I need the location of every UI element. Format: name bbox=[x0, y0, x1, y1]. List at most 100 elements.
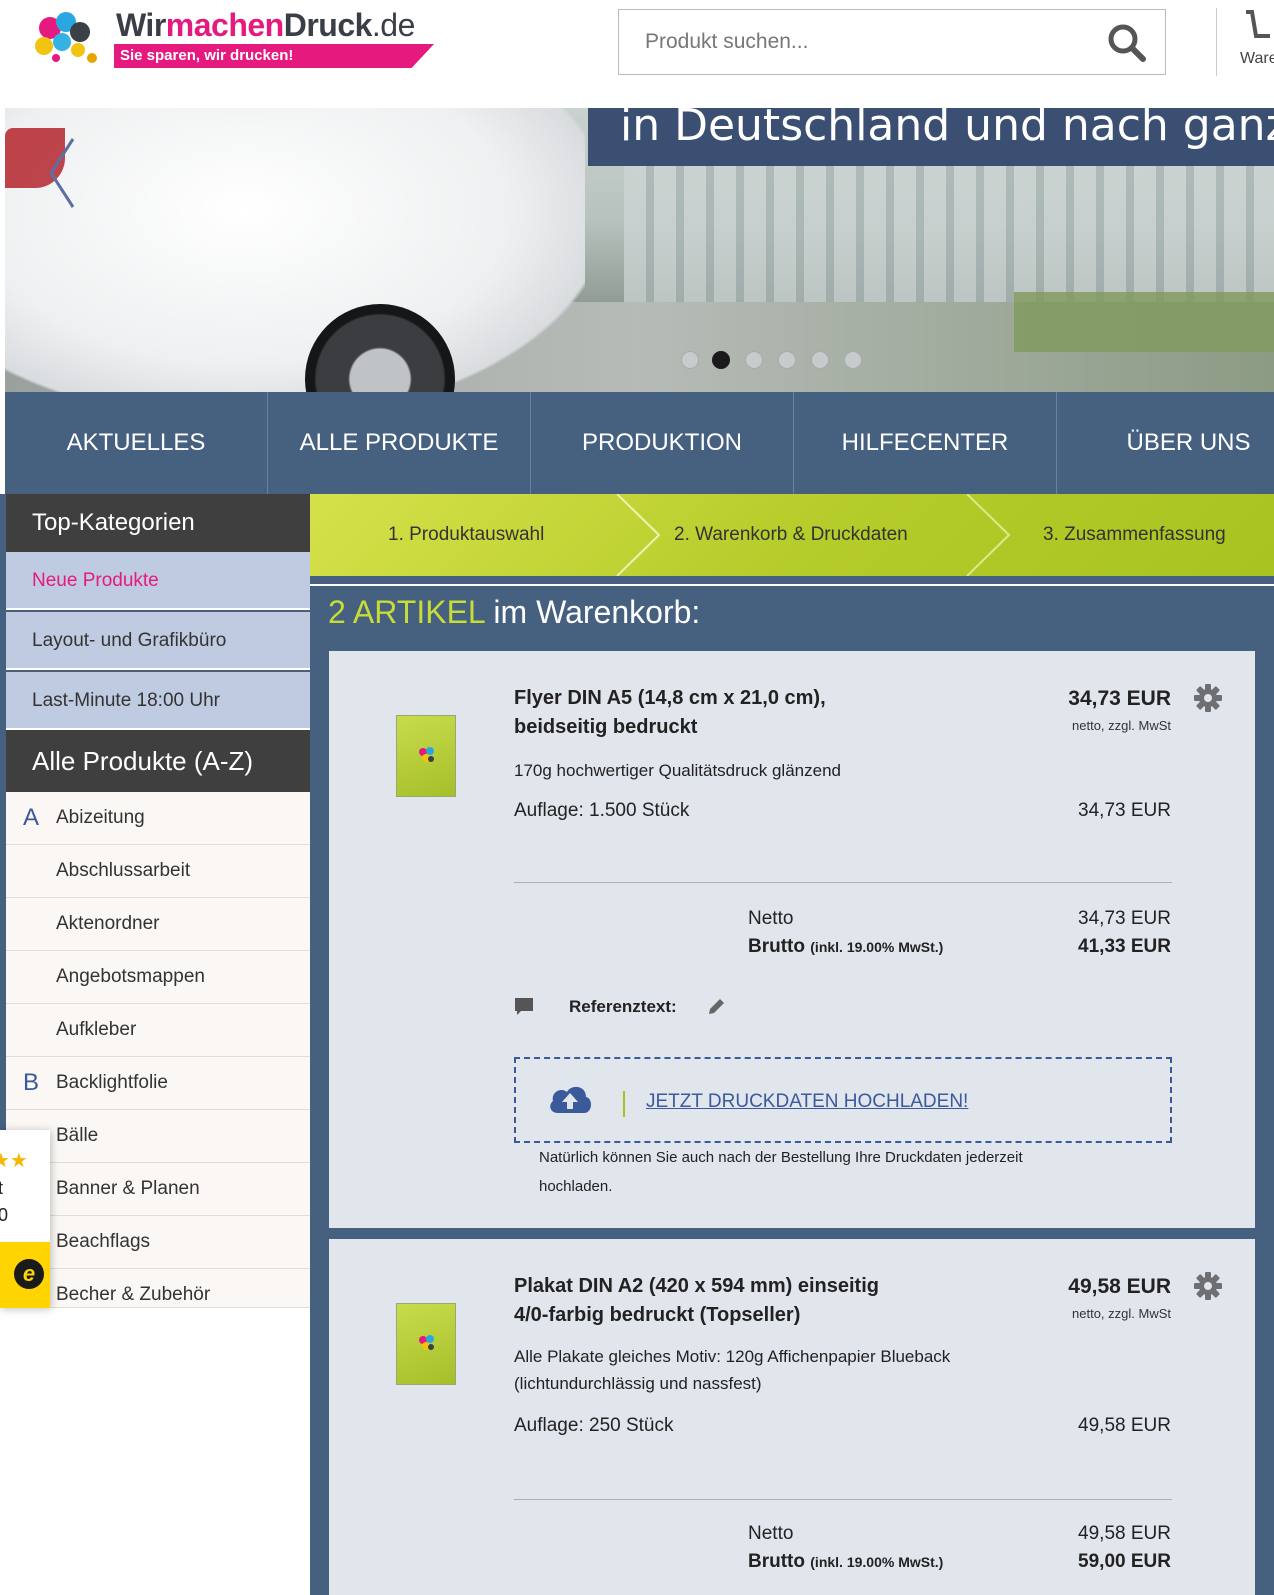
header-divider bbox=[1216, 8, 1217, 76]
logo-name-part1: Wir bbox=[116, 7, 166, 43]
nav-item-aktuelles[interactable]: AKTUELLES bbox=[5, 392, 268, 494]
product-thumbnail-icon bbox=[419, 747, 434, 762]
netto-value: 34,73 EUR bbox=[1078, 908, 1171, 929]
cart-heading-text: im Warenkorb: bbox=[484, 594, 701, 630]
product-thumbnail bbox=[396, 1303, 456, 1385]
sidebar-item-last-minute[interactable]: Last-Minute 18:00 Uhr bbox=[6, 672, 310, 730]
upload-note: Natürlich können Sie auch nach der Beste… bbox=[539, 1149, 1023, 1195]
step-produktauswahl[interactable]: 1. Produktauswahl bbox=[388, 494, 544, 576]
product-description: Alle Plakate gleiches Motiv: 120g Affich… bbox=[514, 1347, 951, 1393]
steps-divider bbox=[310, 584, 1274, 586]
slider-dot-3[interactable] bbox=[745, 351, 763, 369]
az-products-heading: Alle Produkte (A-Z) bbox=[6, 730, 310, 792]
rating-score: 00 bbox=[0, 1205, 9, 1225]
top-categories-heading: Top-Kategorien bbox=[6, 494, 310, 552]
hero-caption: in Deutschland und nach ganz Europa bbox=[588, 108, 1274, 166]
brutto-vat-note: (inkl. 19.00% MwSt.) bbox=[810, 939, 944, 955]
az-item[interactable]: Bälle bbox=[6, 1110, 310, 1163]
az-item-label: Beachflags bbox=[56, 1231, 151, 1252]
trusted-shops-badge[interactable]: ★★ ut 00 e bbox=[0, 1130, 50, 1308]
product-thumbnail bbox=[396, 715, 456, 797]
sidebar-item-neue-produkte[interactable]: Neue Produkte bbox=[6, 552, 310, 610]
rating-stars: ★★ bbox=[0, 1150, 28, 1172]
search-icon[interactable] bbox=[1107, 23, 1147, 63]
nav-item-ueber-uns[interactable]: ÜBER UNS bbox=[1057, 392, 1274, 494]
az-item[interactable]: Angebotsmappen bbox=[6, 951, 310, 1004]
brutto-value: 59,00 EUR bbox=[1078, 1551, 1171, 1572]
slider-dot-2[interactable] bbox=[712, 351, 730, 369]
product-price-note: netto, zzgl. MwSt bbox=[1072, 718, 1171, 733]
logo-wordmark: WirmachenDruck.de bbox=[116, 8, 415, 42]
netto-value: 49,58 EUR bbox=[1078, 1523, 1171, 1544]
slider-dot-4[interactable] bbox=[778, 351, 796, 369]
product-price: 49,58 EUR bbox=[1068, 1275, 1171, 1298]
site-logo[interactable]: WirmachenDruck.de Sie sparen, wir drucke… bbox=[30, 8, 434, 68]
az-item[interactable]: Aktenordner bbox=[6, 898, 310, 951]
step-chevron-icon bbox=[616, 494, 661, 576]
az-item[interactable]: Becher & Zubehör bbox=[6, 1269, 310, 1308]
brutto-vat-note: (inkl. 19.00% MwSt.) bbox=[810, 1554, 944, 1570]
trusted-shops-e-icon: e bbox=[14, 1259, 44, 1289]
az-item-label: Banner & Planen bbox=[56, 1178, 200, 1199]
reference-text-label: Referenztext: bbox=[569, 997, 677, 1016]
cart-main: 1. Produktauswahl 2. Warenkorb & Druckda… bbox=[310, 494, 1274, 1595]
site-header: WirmachenDruck.de Sie sparen, wir drucke… bbox=[0, 0, 1274, 108]
product-title[interactable]: Plakat DIN A2 (420 x 594 mm) einseitig 4… bbox=[514, 1272, 894, 1330]
brutto-line: Brutto (inkl. 19.00% MwSt.) bbox=[748, 936, 943, 958]
brutto-label: Brutto bbox=[748, 1551, 805, 1572]
az-item[interactable]: Banner & Planen bbox=[6, 1163, 310, 1216]
trusted-shops-logo: e bbox=[0, 1242, 50, 1308]
gear-icon[interactable] bbox=[1194, 684, 1222, 712]
step-warenkorb-druckdaten[interactable]: 2. Warenkorb & Druckdaten bbox=[674, 494, 908, 576]
az-item[interactable]: Beachflags bbox=[6, 1216, 310, 1269]
product-price: 34,73 EUR bbox=[1068, 687, 1171, 710]
quantity-label: Auflage: 250 Stück bbox=[514, 1415, 674, 1436]
az-item-label: Abizeitung bbox=[56, 807, 145, 828]
upload-print-data-link[interactable]: JETZT DRUCKDATEN HOCHLADEN! bbox=[646, 1091, 968, 1113]
az-item-label: Becher & Zubehör bbox=[56, 1284, 211, 1305]
cart-heading: 2 ARTIKEL im Warenkorb: bbox=[328, 594, 700, 631]
az-item-label: Angebotsmappen bbox=[56, 966, 205, 987]
logo-name-part2: machen bbox=[165, 7, 284, 43]
product-title[interactable]: Flyer DIN A5 (14,8 cm x 21,0 cm), beidse… bbox=[514, 684, 894, 742]
quantity-price: 49,58 EUR bbox=[1078, 1415, 1171, 1436]
nav-item-produktion[interactable]: PRODUKTION bbox=[531, 392, 794, 494]
cart-label: Warenkorb bbox=[1240, 50, 1274, 67]
az-item[interactable]: B Backlightfolie bbox=[6, 1057, 310, 1110]
pencil-icon[interactable] bbox=[706, 997, 726, 1017]
search-input[interactable] bbox=[619, 10, 1099, 74]
main-navigation: AKTUELLES ALLE PRODUKTE PRODUKTION HILFE… bbox=[5, 392, 1274, 494]
nav-item-hilfecenter[interactable]: HILFECENTER bbox=[794, 392, 1057, 494]
nav-item-alle-produkte[interactable]: ALLE PRODUKTE bbox=[268, 392, 531, 494]
gear-icon[interactable] bbox=[1194, 1272, 1222, 1300]
az-letter: B bbox=[23, 1069, 40, 1096]
slider-dot-6[interactable] bbox=[844, 351, 862, 369]
item-divider bbox=[514, 1499, 1172, 1500]
brutto-value: 41,33 EUR bbox=[1078, 936, 1171, 957]
az-item[interactable]: A Abizeitung bbox=[6, 792, 310, 845]
sidebar-item-layout-grafikbuero[interactable]: Layout- und Grafikbüro bbox=[6, 612, 310, 670]
quantity-label: Auflage: 1.500 Stück bbox=[514, 800, 690, 821]
rating-text: ut bbox=[0, 1178, 4, 1198]
step-zusammenfassung[interactable]: 3. Zusammenfassung bbox=[1043, 494, 1226, 576]
logo-name-part3: Druck bbox=[283, 7, 373, 43]
logo-balls-icon bbox=[35, 12, 97, 63]
hero-slider: in Deutschland und nach ganz Europa bbox=[5, 108, 1274, 392]
hero-background-grass bbox=[1014, 292, 1274, 352]
az-item[interactable]: Abschlussarbeit bbox=[6, 845, 310, 898]
product-description: 170g hochwertiger Qualitätsdruck glänzen… bbox=[514, 761, 841, 780]
cloud-upload-icon bbox=[550, 1086, 592, 1113]
logo-tld: .de bbox=[371, 7, 415, 43]
comment-icon bbox=[515, 998, 533, 1015]
slider-dot-5[interactable] bbox=[811, 351, 829, 369]
az-item-label: Bälle bbox=[56, 1125, 99, 1146]
slider-prev-chevron-icon[interactable] bbox=[43, 133, 83, 213]
checkout-steps: 1. Produktauswahl 2. Warenkorb & Druckda… bbox=[310, 494, 1274, 576]
brutto-label: Brutto bbox=[748, 936, 805, 957]
sidebar-blank-area bbox=[0, 1308, 316, 1595]
slider-dot-1[interactable] bbox=[681, 351, 699, 369]
cart-link[interactable]: Warenkorb bbox=[1228, 0, 1274, 80]
az-item[interactable]: Aufkleber bbox=[6, 1004, 310, 1057]
upload-print-data[interactable]: JETZT DRUCKDATEN HOCHLADEN! bbox=[514, 1057, 1172, 1143]
cart-item-card: Flyer DIN A5 (14,8 cm x 21,0 cm), beidse… bbox=[329, 651, 1255, 1228]
